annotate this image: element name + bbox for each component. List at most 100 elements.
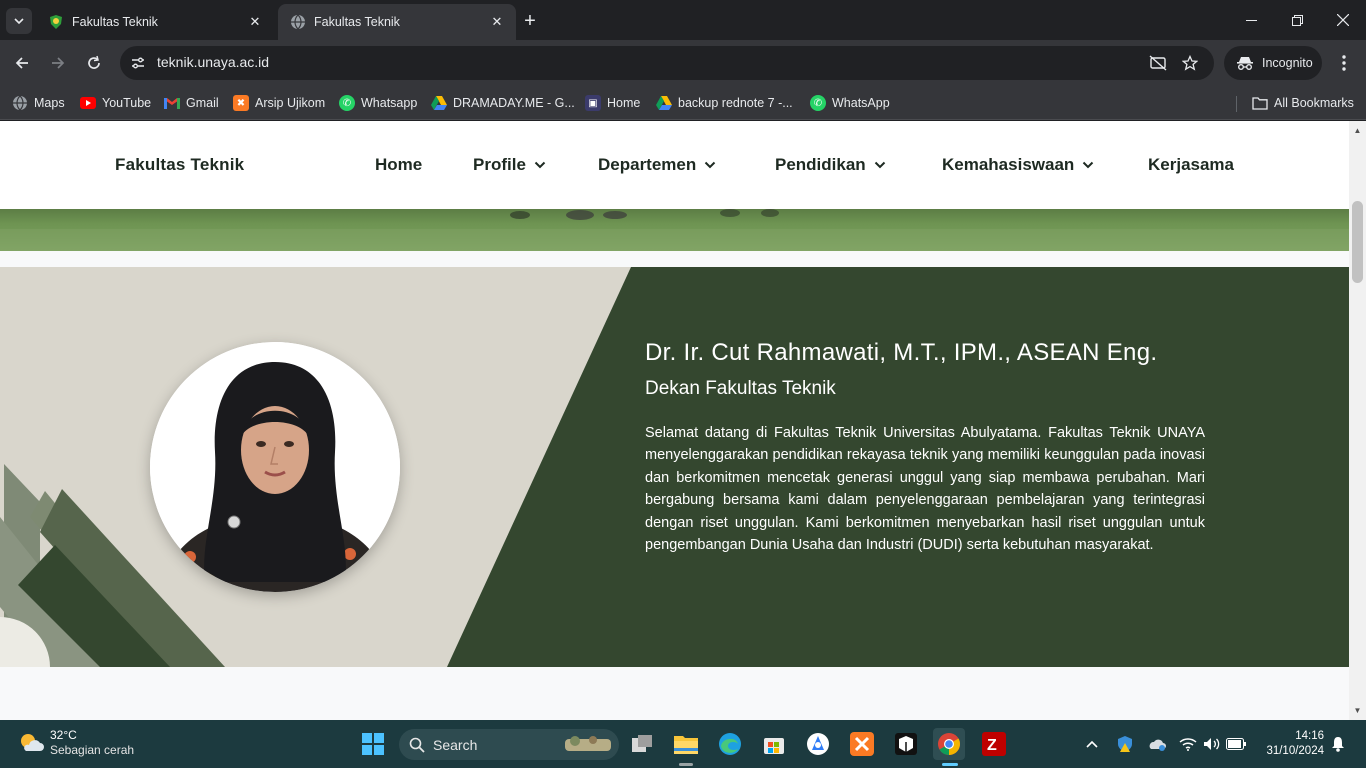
bookmarks-bar: Maps YouTube Gmail ✖ Arsip Ujikom ✆ What… xyxy=(0,86,1366,120)
nav-profile[interactable]: Profile xyxy=(473,155,546,175)
web-page: Fakultas Teknik Home Profile Departemen … xyxy=(0,121,1349,720)
folder-icon xyxy=(1252,95,1268,111)
incognito-label: Incognito xyxy=(1262,56,1313,70)
nav-kemahasiswaan[interactable]: Kemahasiswaan xyxy=(942,155,1094,175)
bookmark-maps[interactable]: Maps xyxy=(12,92,65,114)
bookmark-gmail[interactable]: Gmail xyxy=(164,92,219,114)
restore-icon[interactable] xyxy=(1274,0,1320,40)
dean-name: Dr. Ir. Cut Rahmawati, M.T., IPM., ASEAN… xyxy=(645,339,1158,366)
svg-text:Z: Z xyxy=(987,737,997,754)
home-site-icon: ▣ xyxy=(585,95,601,111)
nav-kerjasama[interactable]: Kerjasama xyxy=(1148,155,1234,175)
incognito-indicator[interactable]: Incognito xyxy=(1224,46,1322,80)
reload-icon[interactable] xyxy=(80,49,108,77)
partly-sunny-icon xyxy=(21,734,44,751)
bookmark-dramaday[interactable]: DRAMADAY.ME - G... xyxy=(431,92,575,114)
tab-title: Fakultas Teknik xyxy=(314,15,400,29)
show-hidden-icons-chevron-icon[interactable] xyxy=(1080,732,1104,756)
bookmark-star-icon[interactable] xyxy=(1180,53,1200,73)
chrome-icon[interactable] xyxy=(933,728,965,760)
clock-time: 14:16 xyxy=(1295,730,1324,742)
filezilla-icon[interactable]: Z xyxy=(978,728,1010,760)
globe-icon xyxy=(291,14,305,30)
weather-description: Sebagian cerah xyxy=(50,743,135,757)
tab-title: Fakultas Teknik xyxy=(72,15,158,29)
weather-temperature: 32°C xyxy=(50,728,77,742)
chevron-down-icon xyxy=(874,161,885,169)
windows-taskbar: 32°C Sebagian cerah Search Z 14:16 31/10… xyxy=(0,720,1366,768)
onedrive-icon[interactable] xyxy=(1145,732,1169,756)
chevron-down-icon xyxy=(705,161,716,169)
bookmark-whatsapp-2[interactable]: ✆ WhatsApp xyxy=(810,92,890,114)
new-tab-plus-icon[interactable]: + xyxy=(518,9,542,33)
dean-role: Dekan Fakultas Teknik xyxy=(645,378,836,399)
tab-fakultas-teknik-2[interactable]: Fakultas Teknik ✕ xyxy=(278,4,516,40)
site-navbar: Fakultas Teknik Home Profile Departemen … xyxy=(0,121,1349,209)
dean-photo xyxy=(150,342,400,592)
close-window-icon[interactable] xyxy=(1320,0,1366,40)
close-tab-icon[interactable]: ✕ xyxy=(488,13,506,31)
task-view-icon[interactable] xyxy=(626,728,658,760)
battery-icon[interactable] xyxy=(1224,732,1248,756)
bookmark-youtube[interactable]: YouTube xyxy=(80,92,151,114)
page-scrollbar[interactable]: ▲ ▼ xyxy=(1349,121,1366,720)
running-indicator xyxy=(679,763,693,766)
xampp-icon: ✖ xyxy=(233,95,249,111)
nav-departemen[interactable]: Departemen xyxy=(598,155,716,175)
incognito-icon xyxy=(1237,57,1253,70)
file-explorer-icon[interactable] xyxy=(670,728,702,760)
scroll-down-arrow-icon[interactable]: ▼ xyxy=(1353,706,1362,715)
terminal-icon[interactable] xyxy=(890,728,922,760)
browser-toolbar: teknik.unaya.ac.id Incognito xyxy=(0,40,1366,86)
bookmark-whatsapp[interactable]: ✆ Whatsapp xyxy=(339,92,417,114)
bookmark-arsip-ujikom[interactable]: ✖ Arsip Ujikom xyxy=(233,92,325,114)
gmail-icon xyxy=(164,95,180,111)
edge-icon[interactable] xyxy=(714,728,746,760)
volume-icon[interactable] xyxy=(1200,732,1224,756)
google-drive-icon xyxy=(656,95,672,111)
back-arrow-icon[interactable] xyxy=(8,49,36,77)
tab-fakultas-teknik-1[interactable]: Fakultas Teknik ✕ xyxy=(36,4,274,40)
xampp-icon[interactable] xyxy=(846,728,878,760)
whatsapp-icon: ✆ xyxy=(339,95,355,111)
chevron-down-icon xyxy=(1083,161,1094,169)
maps-icon xyxy=(12,95,28,111)
weather-widget[interactable]: 32°C Sebagian cerah xyxy=(18,728,134,758)
search-highlight-icon xyxy=(565,736,611,751)
url-text[interactable]: teknik.unaya.ac.id xyxy=(157,54,269,70)
search-icon xyxy=(409,737,425,753)
system-clock[interactable]: 14:16 31/10/2024 xyxy=(1258,729,1324,759)
defender-warning-icon[interactable] xyxy=(1113,732,1137,756)
active-indicator xyxy=(942,763,958,766)
all-bookmarks-button[interactable]: All Bookmarks xyxy=(1252,92,1354,114)
tab-strip: Fakultas Teknik ✕ Fakultas Teknik ✕ + xyxy=(0,0,1366,40)
tab-search-chevron-icon[interactable] xyxy=(6,8,32,34)
google-drive-icon xyxy=(431,95,447,111)
site-brand[interactable]: Fakultas Teknik xyxy=(115,155,244,175)
browser-menu-icon[interactable] xyxy=(1330,49,1358,77)
clock-date: 31/10/2024 xyxy=(1266,745,1324,757)
scrollbar-thumb[interactable] xyxy=(1352,201,1363,283)
third-party-cookies-blocked-icon[interactable] xyxy=(1148,53,1168,73)
address-bar[interactable]: teknik.unaya.ac.id xyxy=(120,46,1214,80)
wifi-icon[interactable] xyxy=(1176,732,1200,756)
youtube-icon xyxy=(80,95,96,111)
microsoft-store-icon[interactable] xyxy=(758,728,790,760)
minimize-icon[interactable] xyxy=(1228,0,1274,40)
bookmark-home[interactable]: ▣ Home xyxy=(585,92,640,114)
app-icon[interactable] xyxy=(802,728,834,760)
dean-section: Dr. Ir. Cut Rahmawati, M.T., IPM., ASEAN… xyxy=(0,267,1349,667)
nav-pendidikan[interactable]: Pendidikan xyxy=(775,155,886,175)
hero-banner-image xyxy=(0,209,1349,251)
taskbar-search[interactable]: Search xyxy=(399,729,619,760)
windows-start-icon[interactable] xyxy=(357,728,389,760)
close-tab-icon[interactable]: ✕ xyxy=(246,13,264,31)
notification-bell-icon[interactable] xyxy=(1326,732,1350,756)
forward-arrow-icon[interactable] xyxy=(44,49,72,77)
nav-home[interactable]: Home xyxy=(375,155,422,175)
scroll-up-arrow-icon[interactable]: ▲ xyxy=(1353,126,1362,135)
chevron-down-icon xyxy=(534,161,546,169)
dean-message: Selamat datang di Fakultas Teknik Univer… xyxy=(645,425,1205,554)
site-settings-icon[interactable] xyxy=(128,53,148,73)
bookmark-backup-rednote[interactable]: backup rednote 7 -... xyxy=(656,92,793,114)
